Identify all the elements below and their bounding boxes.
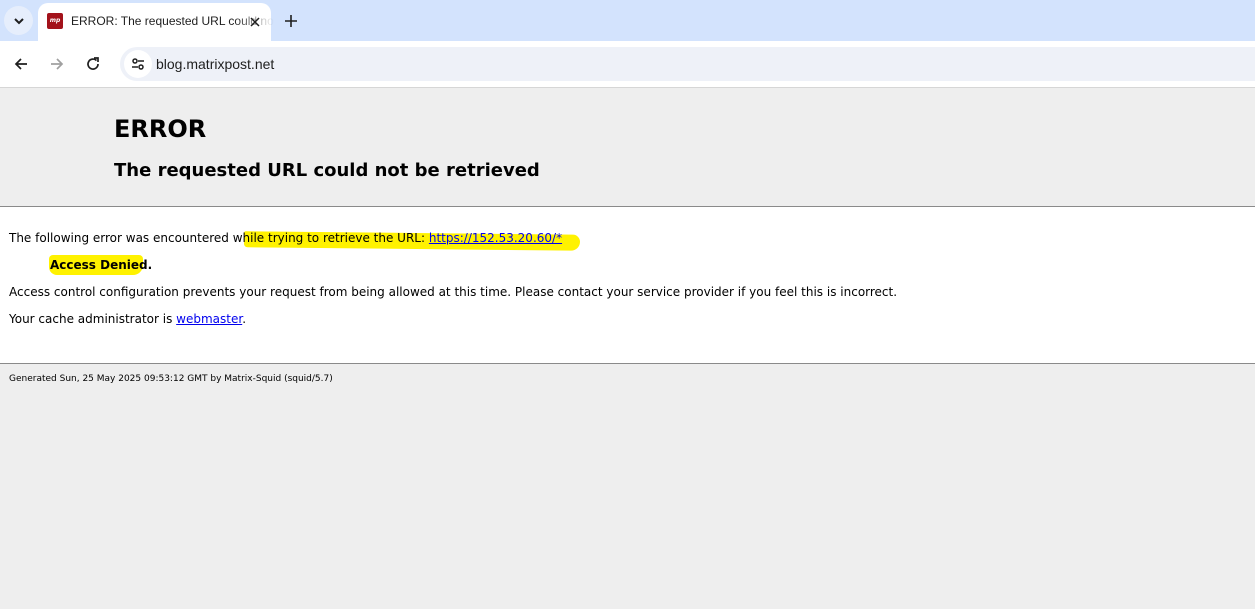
reload-icon bbox=[87, 57, 99, 70]
admin-prefix: Your cache administrator is bbox=[9, 312, 173, 326]
back-button[interactable] bbox=[9, 52, 33, 76]
access-denied-suffix: . bbox=[147, 258, 153, 272]
site-favicon-icon: mp bbox=[47, 13, 63, 29]
error-header: ERROR The requested URL could not be ret… bbox=[0, 88, 1255, 207]
url-text[interactable]: blog.matrixpost.net bbox=[156, 56, 274, 72]
access-denied-line: Access Denied. bbox=[50, 258, 152, 272]
error-body: The following error was encountered whil… bbox=[0, 207, 1255, 364]
forward-button[interactable] bbox=[45, 52, 69, 76]
error-intro-line: The following error was encountered whil… bbox=[9, 231, 562, 245]
arrow-right-icon bbox=[51, 58, 64, 70]
site-info-button[interactable] bbox=[124, 50, 152, 78]
active-tab[interactable]: mp ERROR: The requested URL could not be… bbox=[38, 3, 274, 41]
error-subtitle: The requested URL could not be retrieved bbox=[114, 160, 540, 181]
access-denied-text: Access Denied bbox=[50, 258, 148, 272]
tune-icon bbox=[132, 58, 144, 70]
plus-icon bbox=[285, 15, 297, 27]
close-icon bbox=[250, 17, 260, 27]
error-title: ERROR bbox=[114, 115, 207, 143]
admin-line: Your cache administrator is webmaster. bbox=[9, 312, 246, 326]
page-content: ERROR The requested URL could not be ret… bbox=[0, 88, 1255, 609]
browser-toolbar: blog.matrixpost.net bbox=[0, 41, 1255, 88]
error-intro-text: The following error was encountered whil… bbox=[9, 231, 426, 245]
tab-strip: mp ERROR: The requested URL could not be… bbox=[0, 0, 1255, 41]
chevron-down-icon bbox=[13, 17, 24, 24]
error-description: Access control configuration prevents yo… bbox=[9, 285, 898, 299]
tab-close-button[interactable] bbox=[245, 12, 265, 32]
admin-suffix: . bbox=[242, 312, 247, 326]
arrow-left-icon bbox=[14, 58, 27, 70]
reload-button[interactable] bbox=[81, 52, 105, 76]
new-tab-button[interactable] bbox=[280, 10, 302, 32]
address-bar[interactable]: blog.matrixpost.net bbox=[120, 47, 1255, 81]
webmaster-link[interactable]: webmaster bbox=[176, 312, 242, 326]
requested-url-link[interactable]: https://152.53.20.60/* bbox=[429, 231, 562, 245]
tab-search-button[interactable] bbox=[4, 6, 33, 35]
generated-footer: Generated Sun, 25 May 2025 09:53:12 GMT … bbox=[9, 374, 333, 384]
tab-title: ERROR: The requested URL could not be re… bbox=[71, 14, 274, 28]
